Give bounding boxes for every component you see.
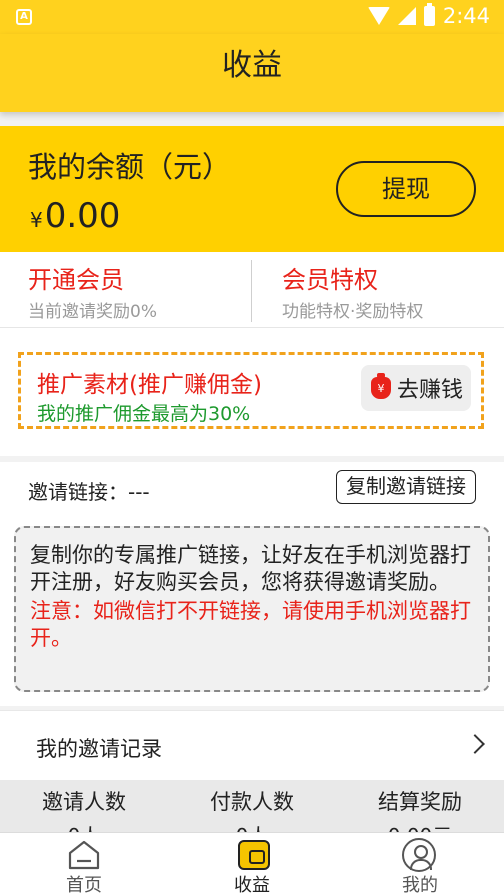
status-time: 2:44 [442, 4, 490, 28]
stat-header: 付款人数 [210, 790, 294, 814]
balance-label: 我的余额（元） [28, 150, 232, 184]
balance-amount: ¥0.00 [30, 196, 120, 236]
tab-label: 收益 [234, 875, 270, 896]
tab-earnings[interactable]: 收益 [168, 833, 336, 896]
wifi-icon [367, 7, 390, 25]
invite-records-row[interactable]: 我的邀请记录 [0, 710, 504, 780]
bottom-tab-bar: 首页 收益 我的 [0, 832, 504, 896]
app-header: 收益 [0, 34, 504, 112]
earn-money-label: 去赚钱 [397, 378, 464, 403]
money-bag-icon: ¥ [371, 373, 391, 399]
copy-invite-link-button[interactable]: 复制邀请链接 [336, 470, 476, 504]
promo-banner[interactable]: 推广素材(推广赚佣金) 我的推广佣金最高为30% ¥ 去赚钱 [18, 352, 484, 429]
membership-privileges-subtitle: 功能特权·奖励特权 [282, 302, 424, 322]
invite-records-label: 我的邀请记录 [36, 737, 162, 761]
balance-card: 我的余额（元） ¥0.00 提现 [0, 126, 504, 252]
balance-value: 0.00 [44, 196, 121, 236]
invite-section: 邀请链接：--- 复制邀请链接 复制你的专属推广链接，让好友在手机浏览器打开注册… [0, 462, 504, 706]
invite-note: 复制你的专属推广链接，让好友在手机浏览器打开注册，好友购买会员，您将获得邀请奖励… [30, 543, 471, 594]
chevron-right-icon [465, 734, 485, 754]
stat-header: 邀请人数 [42, 790, 126, 814]
wallet-icon [238, 840, 270, 870]
withdraw-button[interactable]: 提现 [336, 161, 476, 217]
stat-header: 结算奖励 [378, 790, 462, 814]
currency-symbol: ¥ [30, 208, 43, 232]
signal-icon [397, 7, 416, 25]
vip-divider [251, 260, 252, 322]
user-icon [402, 838, 436, 872]
invite-note-box: 复制你的专属推广链接，让好友在手机浏览器打开注册，好友购买会员，您将获得邀请奖励… [14, 526, 490, 692]
stat-reward: 结算奖励 0.00元 [336, 786, 504, 836]
earn-money-button[interactable]: ¥ 去赚钱 [361, 365, 471, 411]
stat-invited: 邀请人数 0人 [0, 786, 168, 836]
page-title: 收益 [222, 48, 282, 83]
battery-icon [423, 3, 435, 26]
home-icon [68, 840, 100, 870]
tab-home[interactable]: 首页 [0, 833, 168, 896]
open-membership-subtitle: 当前邀请奖励0% [28, 302, 157, 322]
invite-link-label: 邀请链接：--- [28, 480, 150, 504]
promo-subtitle: 我的推广佣金最高为30% [37, 403, 251, 425]
tab-label: 我的 [402, 875, 438, 896]
stat-paid: 付款人数 0人 [168, 786, 336, 836]
tab-label: 首页 [66, 875, 102, 896]
invite-warning: 注意：如微信打不开链接，请使用手机浏览器打开。 [30, 599, 471, 650]
status-icons: 2:44 [367, 3, 490, 28]
open-membership[interactable]: 开通会员 当前邀请奖励0% [28, 252, 157, 328]
status-bar: A 2:44 [0, 0, 504, 34]
invite-stats: 邀请人数 0人 付款人数 0人 结算奖励 0.00元 [0, 780, 504, 836]
vip-row: 开通会员 当前邀请奖励0% 会员特权 功能特权·奖励特权 [0, 252, 504, 328]
tab-mine[interactable]: 我的 [336, 833, 504, 896]
open-membership-title: 开通会员 [28, 266, 124, 294]
notification-icon: A [16, 9, 32, 25]
promo-section: 推广素材(推广赚佣金) 我的推广佣金最高为30% ¥ 去赚钱 [0, 328, 504, 456]
membership-privileges[interactable]: 会员特权 功能特权·奖励特权 [282, 252, 423, 328]
promo-title: 推广素材(推广赚佣金) [37, 372, 262, 398]
membership-privileges-title: 会员特权 [282, 266, 378, 294]
